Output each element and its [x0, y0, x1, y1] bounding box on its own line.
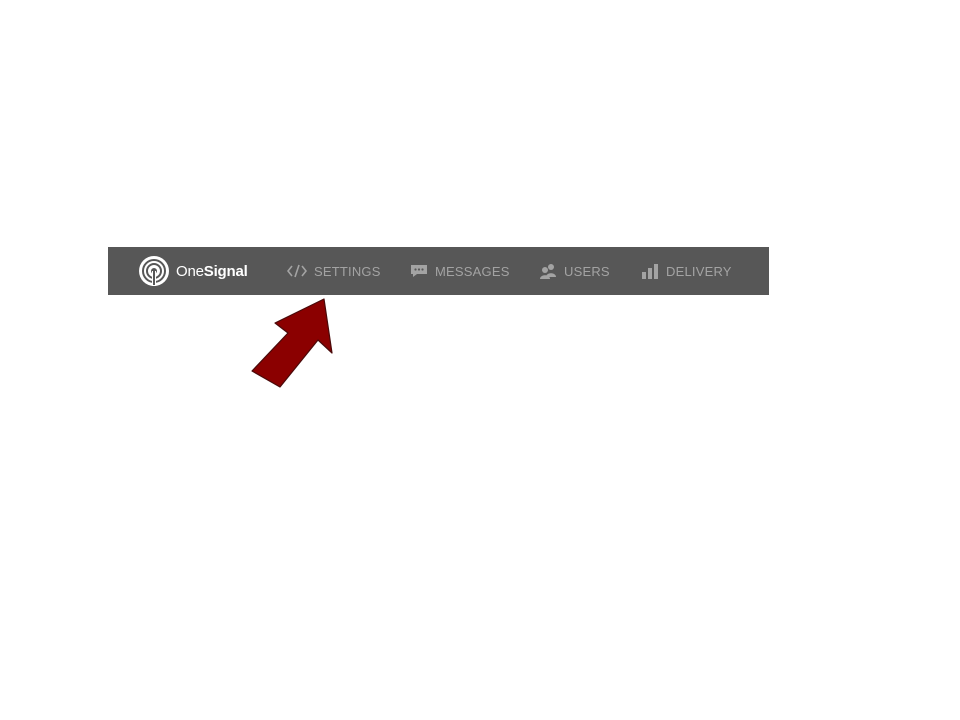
users-icon	[539, 263, 557, 279]
brand[interactable]: OneSignal	[138, 255, 248, 287]
bar-chart-icon	[641, 263, 659, 279]
nav-item-label: SETTINGS	[314, 263, 381, 279]
nav-item-label: MESSAGES	[435, 263, 510, 279]
pointer-arrow-icon	[251, 298, 333, 388]
onesignal-logo-icon	[139, 256, 169, 286]
brand-name: OneSignal	[176, 263, 248, 280]
nav-item-settings[interactable]: SETTINGS	[287, 247, 381, 295]
nav-item-delivery[interactable]: DELIVERY	[641, 247, 732, 295]
screenshot-stage: OneSignal SETTINGS MESSAGES USERS DELIVE…	[0, 0, 960, 720]
nav-item-label: DELIVERY	[666, 263, 732, 279]
brand-name-part1: One	[176, 262, 204, 280]
nav-item-users[interactable]: USERS	[539, 247, 610, 295]
top-navbar: OneSignal SETTINGS MESSAGES USERS DELIVE…	[108, 247, 769, 295]
chat-bubble-icon	[410, 264, 428, 278]
code-icon	[287, 264, 307, 278]
brand-name-part2: Signal	[203, 262, 248, 280]
nav-item-label: USERS	[564, 263, 610, 279]
nav-item-messages[interactable]: MESSAGES	[410, 247, 510, 295]
